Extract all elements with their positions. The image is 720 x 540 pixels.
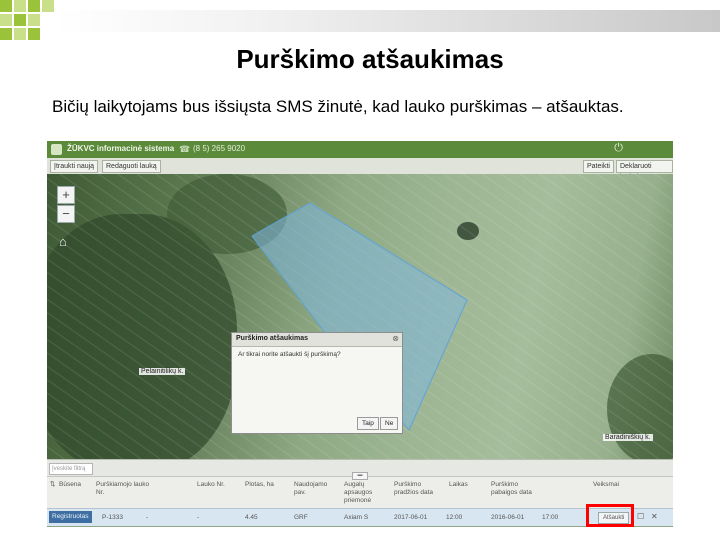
submit-button[interactable]: Pateikti: [583, 160, 614, 173]
column-header[interactable]: Lauko Nr.: [197, 481, 225, 489]
map-view[interactable]: + − ⌂ Pelainitilikų k. Baradiniškių k. P…: [47, 174, 673, 459]
column-header[interactable]: Purškiamojo lauko Nr.: [96, 481, 156, 497]
no-button[interactable]: Ne: [380, 417, 399, 430]
highlight-box: [586, 504, 634, 527]
place-label: Baradiniškių k.: [603, 434, 653, 441]
sort-icon[interactable]: ⇅: [50, 481, 55, 489]
add-new-button[interactable]: Įtraukti naują: [50, 160, 99, 173]
edit-field-button[interactable]: Redaguoti lauką: [102, 160, 161, 173]
cell-start-date: 2017-06-01: [394, 514, 428, 521]
zoom-out-button[interactable]: −: [57, 205, 75, 223]
panel-resize-handle[interactable]: ▬: [352, 472, 368, 480]
status-badge[interactable]: Registruotas: [49, 511, 92, 523]
app-screenshot: ŽŪKVC informacinė sistema ☎ (8 5) 265 90…: [47, 141, 673, 527]
dialog-header: Purškimo atšaukimas ⊗: [232, 333, 402, 347]
dialog-title: Purškimo atšaukimas: [236, 335, 308, 342]
column-header[interactable]: Naudojamo pav.: [294, 481, 334, 497]
column-header[interactable]: Augalų apsaugos priemonė: [344, 481, 382, 505]
cell-end-time: 17:00: [542, 514, 559, 521]
declared-fields-button[interactable]: Deklaruoti laukai: [616, 160, 673, 181]
delete-icon[interactable]: ✕: [651, 512, 658, 521]
column-header[interactable]: Būsena: [59, 481, 81, 489]
cell-culture: GRF: [294, 514, 308, 521]
column-header[interactable]: Veiksmai: [593, 481, 619, 489]
column-header[interactable]: Laikas: [449, 481, 468, 489]
app-header: ŽŪKVC informacinė sistema ☎ (8 5) 265 90…: [47, 141, 673, 158]
app-toolbar: Įtraukti naują Redaguoti lauką Pateikti …: [47, 158, 673, 181]
table-header: ▬ ⇅ Būsena Purškiamojo lauko Nr. Lauko N…: [47, 472, 673, 509]
slide-top-bar: [55, 10, 720, 32]
slide-title: Purškimo atšaukimas: [236, 44, 504, 74]
place-label: Pelainitilikų k.: [139, 368, 186, 375]
cancel-spray-dialog: Purškimo atšaukimas ⊗ Ar tikrai norite a…: [231, 332, 403, 434]
cell-area: 4.45: [245, 514, 258, 521]
phone-icon: ☎: [179, 144, 191, 154]
column-header[interactable]: Purškimo pradžios data: [394, 481, 442, 497]
column-header[interactable]: Plotas, ha: [245, 481, 274, 489]
cell-lauko-no: -: [146, 514, 149, 521]
dialog-question: Ar tikrai norite atšaukti šį purškimą?: [238, 351, 341, 358]
edit-icon[interactable]: ☐: [637, 512, 644, 521]
app-name: ŽŪKVC informacinė sistema: [67, 144, 175, 153]
cell-lauko-no: -: [197, 514, 200, 521]
slide-subtitle: Bičių laikytojams bus išsiųsta SMS žinut…: [52, 97, 624, 116]
zoom-in-button[interactable]: +: [57, 186, 75, 204]
app-phone: (8 5) 265 9020: [193, 144, 246, 153]
cell-product: Axiam S: [344, 514, 369, 521]
column-header[interactable]: Purškimo pabaigos data: [491, 481, 541, 497]
cell-time: 12:00: [446, 514, 463, 521]
app-logo: [51, 144, 62, 155]
filter-input[interactable]: Įveskite filtrą: [49, 463, 93, 475]
cell-end-date: 2016-06-01: [491, 514, 525, 521]
cell-field-no: P-1333: [102, 514, 123, 521]
table-row[interactable]: Registruotas P-1333 - - 4.45 GRF Axiam S…: [47, 508, 673, 526]
yes-button[interactable]: Taip: [357, 417, 379, 430]
power-icon[interactable]: ⏻: [614, 142, 623, 155]
home-icon[interactable]: ⌂: [59, 234, 67, 249]
close-icon[interactable]: ⊗: [392, 334, 399, 343]
